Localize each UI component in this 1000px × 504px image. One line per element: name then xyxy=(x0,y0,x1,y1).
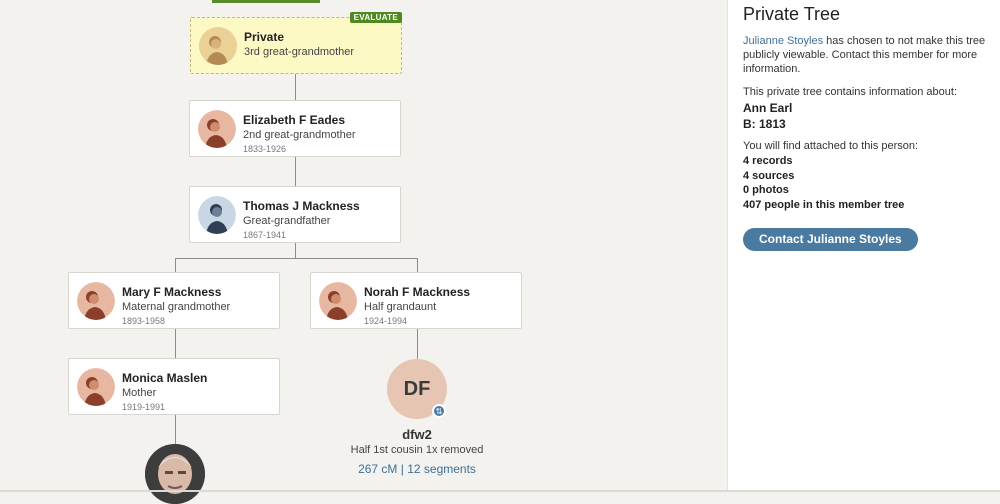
match-shared-dna-link[interactable]: 267 cM | 12 segments xyxy=(317,462,517,476)
contains-label: This private tree contains information a… xyxy=(743,86,958,98)
connector-line xyxy=(295,157,296,186)
person-name: Private xyxy=(244,30,285,44)
private-tree-panel: Private Tree Julianne Stoyles has chosen… xyxy=(727,0,1000,492)
user-photo-avatar[interactable] xyxy=(145,444,205,504)
female-avatar-icon xyxy=(319,282,357,320)
person-card-private[interactable]: EVALUATE Private 3rd great-grandmother xyxy=(190,12,402,74)
evaluate-badge[interactable]: EVALUATE xyxy=(349,12,402,23)
person-name: Elizabeth F Eades xyxy=(243,113,346,127)
match-initials: DF xyxy=(403,377,431,400)
female-avatar-icon xyxy=(199,27,237,65)
person-name: Ann Earl xyxy=(743,101,793,115)
person-dates: 1867-1941 xyxy=(243,230,287,240)
person-dates: 1893-1958 xyxy=(122,316,166,326)
stat-sources: 4 sources xyxy=(743,170,795,182)
connector-line xyxy=(175,258,418,259)
person-birth: B: 1813 xyxy=(743,117,786,131)
person-card-norah[interactable]: Norah F Mackness Half grandaunt 1924-199… xyxy=(310,272,522,329)
person-relation: 3rd great-grandmother xyxy=(244,46,355,58)
contact-member-button[interactable]: Contact Julianne Stoyles xyxy=(743,228,918,251)
connector-line xyxy=(175,329,176,358)
attached-label: You will find attached to this person: xyxy=(743,140,919,152)
connector-line xyxy=(417,258,418,272)
privacy-notice: Julianne Stoyles has chosen to not make … xyxy=(743,34,993,76)
female-avatar-icon xyxy=(198,110,236,148)
connector-line xyxy=(295,243,296,258)
person-relation: 2nd great-grandmother xyxy=(243,129,356,141)
female-avatar-icon xyxy=(77,368,115,406)
connector-line xyxy=(175,414,176,444)
person-card-monica[interactable]: Monica Maslen Mother 1919-1991 xyxy=(68,358,280,415)
female-avatar-icon xyxy=(77,282,115,320)
person-relation: Mother xyxy=(122,387,157,399)
male-avatar-icon xyxy=(198,196,236,234)
person-name: Mary F Mackness xyxy=(122,285,222,299)
top-accent-bar xyxy=(212,0,320,3)
stat-records: 4 records xyxy=(743,155,793,167)
match-relation: Half 1st cousin 1x removed xyxy=(350,444,484,456)
stat-people: 407 people in this member tree xyxy=(743,199,905,211)
stat-photos: 0 photos xyxy=(743,184,789,196)
person-card-mary[interactable]: Mary F Mackness Maternal grandmother 189… xyxy=(68,272,280,329)
person-dates: 1924-1994 xyxy=(364,316,408,326)
person-dates: 1833-1926 xyxy=(243,144,287,154)
connector-line xyxy=(175,258,176,272)
connector-line xyxy=(417,329,418,359)
person-relation: Great-grandfather xyxy=(243,215,331,227)
tree-canvas[interactable]: EVALUATE Private 3rd great-grandmother E… xyxy=(0,0,727,504)
connector-line xyxy=(295,72,296,100)
person-card-thomas[interactable]: Thomas J Mackness Great-grandfather 1867… xyxy=(189,186,401,243)
person-dates: 1919-1991 xyxy=(122,402,166,412)
person-name: Norah F Mackness xyxy=(364,285,471,299)
person-name: Monica Maslen xyxy=(122,371,208,385)
panel-title: Private Tree xyxy=(743,4,841,24)
person-relation: Half grandaunt xyxy=(364,301,437,313)
owner-profile-link[interactable]: Julianne Stoyles xyxy=(743,35,823,47)
person-name: Thomas J Mackness xyxy=(243,199,360,213)
link-icon: ⇅ xyxy=(432,404,446,418)
match-name[interactable]: dfw2 xyxy=(317,427,517,442)
person-card-elizabeth[interactable]: Elizabeth F Eades 2nd great-grandmother … xyxy=(189,100,401,157)
person-relation: Maternal grandmother xyxy=(122,301,231,313)
